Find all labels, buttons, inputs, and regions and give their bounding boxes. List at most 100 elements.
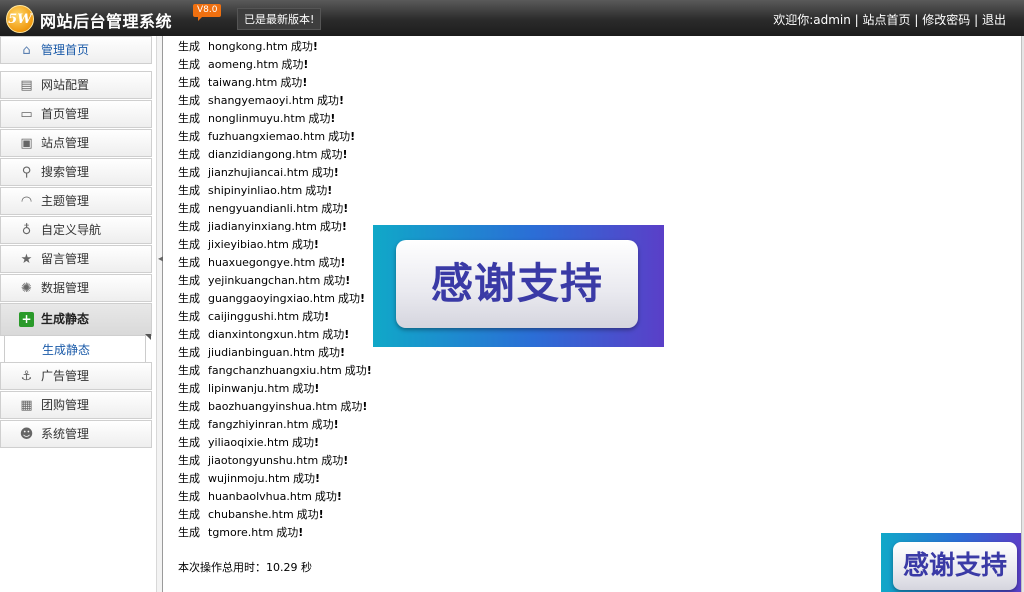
log-prefix: 生成 [178, 130, 200, 143]
log-filename: huaxuegongye.htm [208, 256, 316, 269]
log-line: 生成 shangyemaoyi.htm 成功! [178, 92, 372, 110]
log-prefix: 生成 [178, 274, 200, 287]
log-mark: ! [333, 166, 339, 179]
log-prefix: 生成 [178, 202, 200, 215]
collapse-arrow-icon[interactable]: ◀ [158, 249, 164, 269]
sidebar-item-custom-nav[interactable]: ♁ 自定义导航 [0, 216, 152, 244]
tv-icon: ▣ [20, 136, 33, 151]
book-icon: ▤ [20, 78, 33, 93]
log-prefix: 生成 [178, 382, 200, 395]
change-password-link[interactable]: 修改密码 [922, 13, 970, 27]
sidebar-item-label: 团购管理 [41, 398, 90, 412]
log-line: 生成 caijinggushi.htm 成功! [178, 308, 372, 326]
log-mark: ! [343, 454, 349, 467]
generate-log: 生成 hongkong.htm 成功! 生成 aomeng.htm 成功! 生成 taiwan… [178, 38, 372, 542]
sidebar-item-site-config[interactable]: ▤ 网站配置 [0, 71, 152, 99]
nav-separator: | [974, 13, 979, 27]
log-suffix: 成功 [321, 454, 344, 467]
log-line: 生成 chubanshe.htm 成功! [178, 506, 372, 524]
sidebar-divider[interactable] [156, 36, 163, 592]
log-mark: ! [359, 292, 365, 305]
log-mark: ! [302, 76, 308, 89]
sidebar-item-message-manage[interactable]: ★ 留言管理 [0, 245, 152, 273]
log-line: 生成 fangchanzhuangxiu.htm 成功! [178, 362, 372, 380]
log-mark: ! [344, 328, 350, 341]
log-line: 生成 nengyuandianli.htm 成功! [178, 200, 372, 218]
sidebar-item-generate-static[interactable]: + 生成静态 [0, 303, 152, 336]
log-line: 生成 dianzidiangong.htm 成功! [178, 146, 372, 164]
log-mark: ! [298, 526, 304, 539]
log-line: 生成 taiwang.htm 成功! [178, 74, 372, 92]
sidebar-item-theme-manage[interactable]: ◠ 主题管理 [0, 187, 152, 215]
log-line: 生成 aomeng.htm 成功! [178, 56, 372, 74]
site-home-link[interactable]: 站点首页 [863, 13, 911, 27]
nav-separator: | [914, 13, 919, 27]
log-suffix: 成功 [319, 220, 342, 233]
log-prefix: 生成 [178, 94, 200, 107]
sidebar-item-system-manage[interactable]: ☻ 系统管理 [0, 420, 152, 448]
log-line: 生成 hongkong.htm 成功! [178, 38, 372, 56]
log-filename: lipinwanju.htm [208, 382, 290, 395]
log-filename: shipinyinliao.htm [208, 184, 303, 197]
elapsed-time: 本次操作总用时：10.29 秒 [178, 561, 312, 574]
log-mark: ! [345, 274, 351, 287]
log-filename: aomeng.htm [208, 58, 279, 71]
sidebar-item-label: 站点管理 [41, 136, 90, 150]
sidebar-item-search-manage[interactable]: ⚲ 搜索管理 [0, 158, 152, 186]
log-filename: caijinggushi.htm [208, 310, 300, 323]
sidebar-item-label: 生成静态 [41, 312, 90, 326]
star-icon: ★ [20, 252, 33, 267]
log-mark: ! [303, 58, 309, 71]
logout-link[interactable]: 退出 [982, 13, 1006, 27]
log-line: 生成 yejinkuangchan.htm 成功! [178, 272, 372, 290]
log-suffix: 成功 [291, 238, 314, 251]
log-filename: shangyemaoyi.htm [208, 94, 314, 107]
sidebar-item-admin-home[interactable]: ⌂ 管理首页 [0, 36, 152, 64]
update-status: 已是最新版本! [237, 8, 322, 30]
sidebar-item-ad-manage[interactable]: ⚓ 广告管理 [0, 362, 152, 390]
system-title: 网站后台管理系统 [40, 12, 173, 31]
log-prefix: 生成 [178, 220, 200, 233]
log-mark: ! [336, 490, 342, 503]
subitem-generate-static[interactable]: 生成静态 [4, 336, 146, 362]
submenu-corner-marker [145, 334, 151, 340]
log-prefix: 生成 [178, 238, 200, 251]
sidebar-item-station-manage[interactable]: ▣ 站点管理 [0, 129, 152, 157]
thanks-banner-small: 感谢支持 [881, 533, 1021, 592]
sidebar-item-label: 数据管理 [41, 281, 90, 295]
log-mark: ! [338, 94, 344, 107]
sidebar-item-homepage-manage[interactable]: ▭ 首页管理 [0, 100, 152, 128]
log-filename: dianxintongxun.htm [208, 328, 320, 341]
sidebar: ⌂ 管理首页 ▤ 网站配置 ▭ 首页管理 ▣ 站点管理 ⚲ 搜索管理 ◠ 主题管… [0, 36, 156, 592]
log-filename: chubanshe.htm [208, 508, 294, 521]
log-line: 生成 nonglinmuyu.htm 成功! [178, 110, 372, 128]
log-filename: guanggaoyingxiao.htm [208, 292, 335, 305]
log-prefix: 生成 [178, 184, 200, 197]
magnifier-icon: ⚲ [21, 165, 32, 180]
log-line: 生成 huaxuegongye.htm 成功! [178, 254, 372, 272]
sidebar-item-groupbuy-manage[interactable]: ▦ 团购管理 [0, 391, 152, 419]
log-line: 生成 wujinmoju.htm 成功! [178, 470, 372, 488]
log-filename: taiwang.htm [208, 76, 278, 89]
log-line: 生成 guanggaoyingxiao.htm 成功! [178, 290, 372, 308]
log-line: 生成 fangzhiyinran.htm 成功! [178, 416, 372, 434]
log-filename: fangzhiyinran.htm [208, 418, 309, 431]
log-prefix: 生成 [178, 436, 200, 449]
log-line: 生成 jiaotongyunshu.htm 成功! [178, 452, 372, 470]
log-prefix: 生成 [178, 400, 200, 413]
log-suffix: 成功 [318, 346, 341, 359]
log-filename: nengyuandianli.htm [208, 202, 319, 215]
log-filename: hongkong.htm [208, 40, 288, 53]
sidebar-item-data-manage[interactable]: ✺ 数据管理 [0, 274, 152, 302]
sidebar-item-label: 搜索管理 [41, 165, 90, 179]
logo: 5W [6, 5, 34, 33]
log-filename: jiaotongyunshu.htm [208, 454, 319, 467]
log-suffix: 成功 [308, 112, 331, 125]
log-suffix: 成功 [322, 328, 345, 341]
log-mark: ! [362, 400, 368, 413]
log-mark: ! [342, 148, 348, 161]
log-prefix: 生成 [178, 472, 200, 485]
log-filename: tgmore.htm [208, 526, 274, 539]
log-suffix: 成功 [290, 40, 313, 53]
monitor-icon: ▭ [20, 107, 33, 122]
